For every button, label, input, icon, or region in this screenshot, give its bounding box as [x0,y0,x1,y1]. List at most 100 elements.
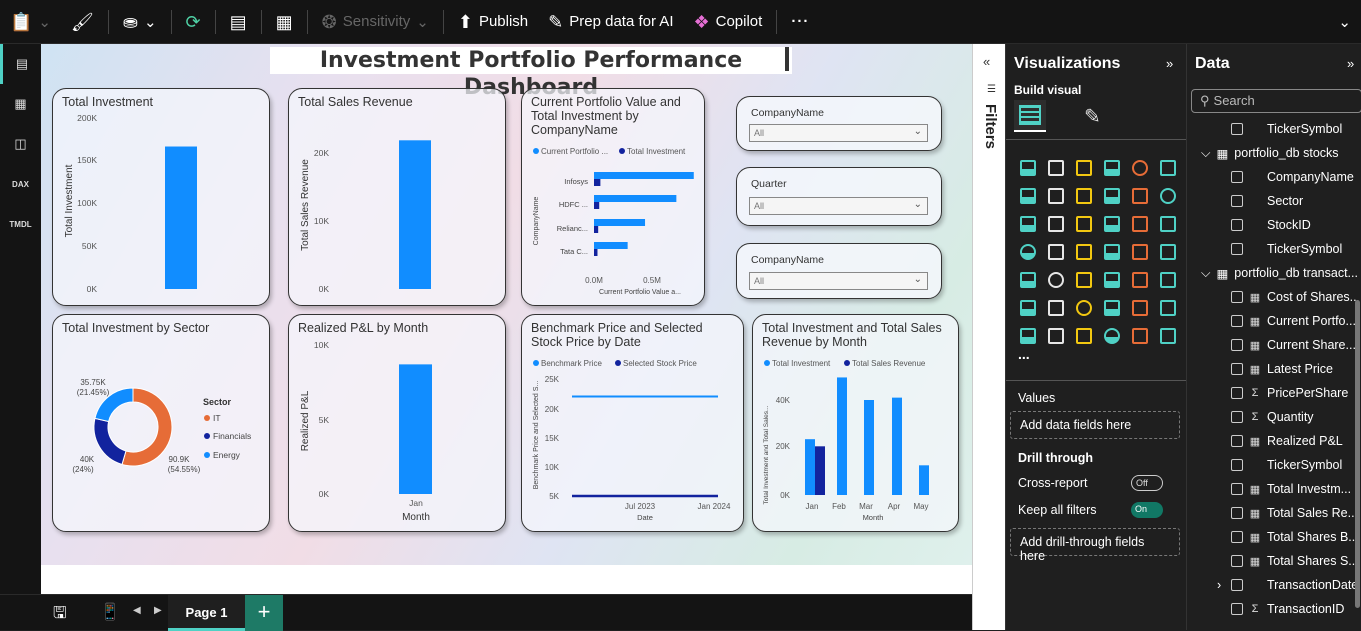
company-slicer-1[interactable]: CompanyName All ⌄ [736,96,942,151]
field-checkbox[interactable] [1231,507,1243,519]
report-view-button[interactable]: ▤ [0,44,41,84]
total-sales-revenue-card[interactable]: Total Sales Revenue Total Sales Revenue … [288,88,506,306]
visual-type-button[interactable] [1070,154,1098,182]
field-item[interactable]: ▦ Realized P&L [1187,429,1357,453]
visual-type-button[interactable] [1126,154,1154,182]
chevron-down-icon[interactable]: ⌵ [1201,146,1210,161]
investment-sales-month-card[interactable]: Total Investment and Total Sales Revenue… [752,314,959,532]
visual-type-button[interactable] [1126,210,1154,238]
report-title[interactable]: Investment Portfolio Performance Dashboa… [270,47,792,100]
visual-type-button[interactable] [1070,238,1098,266]
expand-chevron-icon[interactable]: » [1166,56,1173,71]
prep-data-button[interactable]: ✎ Prep data for AI [538,0,683,44]
visual-type-button[interactable] [1098,154,1126,182]
model-view-button[interactable]: ◫ [0,124,41,164]
field-checkbox[interactable] [1231,171,1243,183]
visual-type-button[interactable] [1154,154,1182,182]
field-checkbox[interactable] [1231,363,1243,375]
visual-type-button[interactable] [1154,182,1182,210]
visual-type-button[interactable] [1154,266,1182,294]
visual-type-button[interactable] [1070,266,1098,294]
data-pane-scrollbar[interactable] [1355,300,1360,608]
format-painter-button[interactable]: 🖌 [61,0,104,44]
drill-through-field-well[interactable]: Add drill-through fields here [1010,528,1180,563]
filters-pane[interactable]: « ☰ Filters [972,44,1005,630]
publish-button[interactable]: ⬆ Publish [448,0,538,44]
visual-type-button[interactable] [1126,266,1154,294]
field-checkbox[interactable] [1231,291,1243,303]
cross-report-toggle[interactable]: Off [1131,475,1163,491]
visual-type-button[interactable] [1098,322,1126,350]
visual-type-button[interactable] [1098,210,1126,238]
field-item[interactable]: ▦ Total Sales Re... [1187,501,1357,525]
visual-type-button[interactable] [1126,322,1154,350]
next-page-icon[interactable]: ▶ [154,605,162,616]
field-checkbox[interactable] [1231,555,1243,567]
visual-type-button[interactable] [1042,210,1070,238]
field-item[interactable]: ▦ Latest Price [1187,357,1357,381]
sensitivity-button[interactable]: ❂ Sensitivity ⌄ [312,0,439,44]
get-data-button[interactable]: ⛂ ⌄ [113,0,167,44]
field-checkbox[interactable] [1231,483,1243,495]
field-item[interactable]: TickerSymbol [1187,453,1357,477]
field-checkbox[interactable] [1231,219,1243,231]
format-visual-tab[interactable]: ✎ [1084,104,1101,129]
field-item[interactable]: Σ PricePerShare [1187,381,1357,405]
collapse-chevron-icon[interactable]: « [983,54,990,69]
more-visuals-button[interactable]: ... [1018,346,1030,362]
visual-type-button[interactable] [1098,238,1126,266]
dax-view-button[interactable]: DAX [0,164,41,204]
visual-type-button[interactable] [1014,294,1042,322]
report-canvas[interactable]: Investment Portfolio Performance Dashboa… [41,44,972,565]
tmdl-view-button[interactable]: TMDL [0,204,41,244]
more-options-button[interactable]: ··· [781,0,819,44]
visual-type-button[interactable] [1014,238,1042,266]
table-node[interactable]: ⌵ ▦ portfolio_db stocks [1187,141,1357,165]
field-item[interactable]: StockID [1187,213,1357,237]
keep-all-filters-toggle[interactable]: On [1131,502,1163,518]
visual-type-button[interactable] [1154,294,1182,322]
new-measure-button[interactable]: ▦ [266,0,303,44]
visual-type-button[interactable] [1070,322,1098,350]
add-page-button[interactable]: + [245,595,283,631]
refresh-button[interactable]: ⟳ [176,0,211,44]
visual-type-button[interactable] [1126,294,1154,322]
visual-type-button[interactable] [1098,182,1126,210]
desktop-layout-icon[interactable]: 🖫 [53,602,67,629]
field-checkbox[interactable] [1231,195,1243,207]
visual-type-button[interactable] [1042,266,1070,294]
benchmark-price-card[interactable]: Benchmark Price and Selected Stock Price… [521,314,744,532]
field-checkbox[interactable] [1231,387,1243,399]
field-item[interactable]: ▦ Total Shares S... [1187,549,1357,573]
new-visual-button[interactable]: ▤ [220,0,257,44]
mobile-layout-icon[interactable]: 📱 [100,602,120,622]
field-item[interactable]: ▦ Current Portfo... [1187,309,1357,333]
visual-type-button[interactable] [1098,294,1126,322]
visual-type-button[interactable] [1154,210,1182,238]
visual-type-button[interactable] [1154,322,1182,350]
visual-type-button[interactable] [1014,154,1042,182]
expand-chevron-icon[interactable]: » [1347,56,1354,71]
visual-type-button[interactable] [1070,182,1098,210]
field-item[interactable]: Sector [1187,189,1357,213]
total-investment-card[interactable]: Total Investment Total Investment 200K 1… [52,88,270,306]
field-checkbox[interactable] [1231,603,1243,615]
build-visual-tab[interactable] [1014,100,1046,132]
visual-type-button[interactable] [1042,154,1070,182]
visual-type-button[interactable] [1098,266,1126,294]
slicer-dropdown[interactable]: All ⌄ [749,124,928,142]
field-item[interactable]: ▦ Total Investm... [1187,477,1357,501]
table-view-button[interactable]: ▦ [0,84,41,124]
company-slicer-2[interactable]: CompanyName All ⌄ [736,243,942,299]
visual-type-button[interactable] [1042,322,1070,350]
field-item[interactable]: ▦ Total Shares B... [1187,525,1357,549]
field-item[interactable]: › TransactionDate [1187,573,1357,597]
field-checkbox[interactable] [1231,243,1243,255]
field-item[interactable]: Σ TransactionID [1187,597,1357,621]
table-node[interactable]: ⌵ ▦ portfolio_db transact... [1187,261,1357,285]
field-checkbox[interactable] [1231,531,1243,543]
previous-page-icon[interactable]: ◀ [133,605,141,616]
field-checkbox[interactable] [1231,339,1243,351]
field-item[interactable]: TickerSymbol [1187,117,1357,141]
slicer-dropdown[interactable]: All ⌄ [749,197,928,215]
